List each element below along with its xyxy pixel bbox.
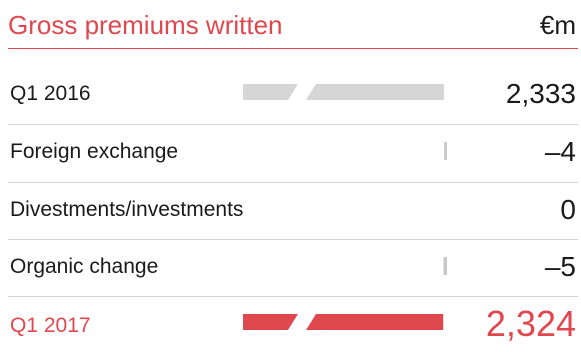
bar-segment (306, 84, 444, 100)
chart-bars (243, 84, 447, 330)
bar-segment (243, 84, 298, 100)
delta-bar (444, 142, 447, 160)
bar-segment (306, 314, 444, 330)
delta-bar (443, 257, 447, 275)
bar-segment (243, 314, 298, 330)
